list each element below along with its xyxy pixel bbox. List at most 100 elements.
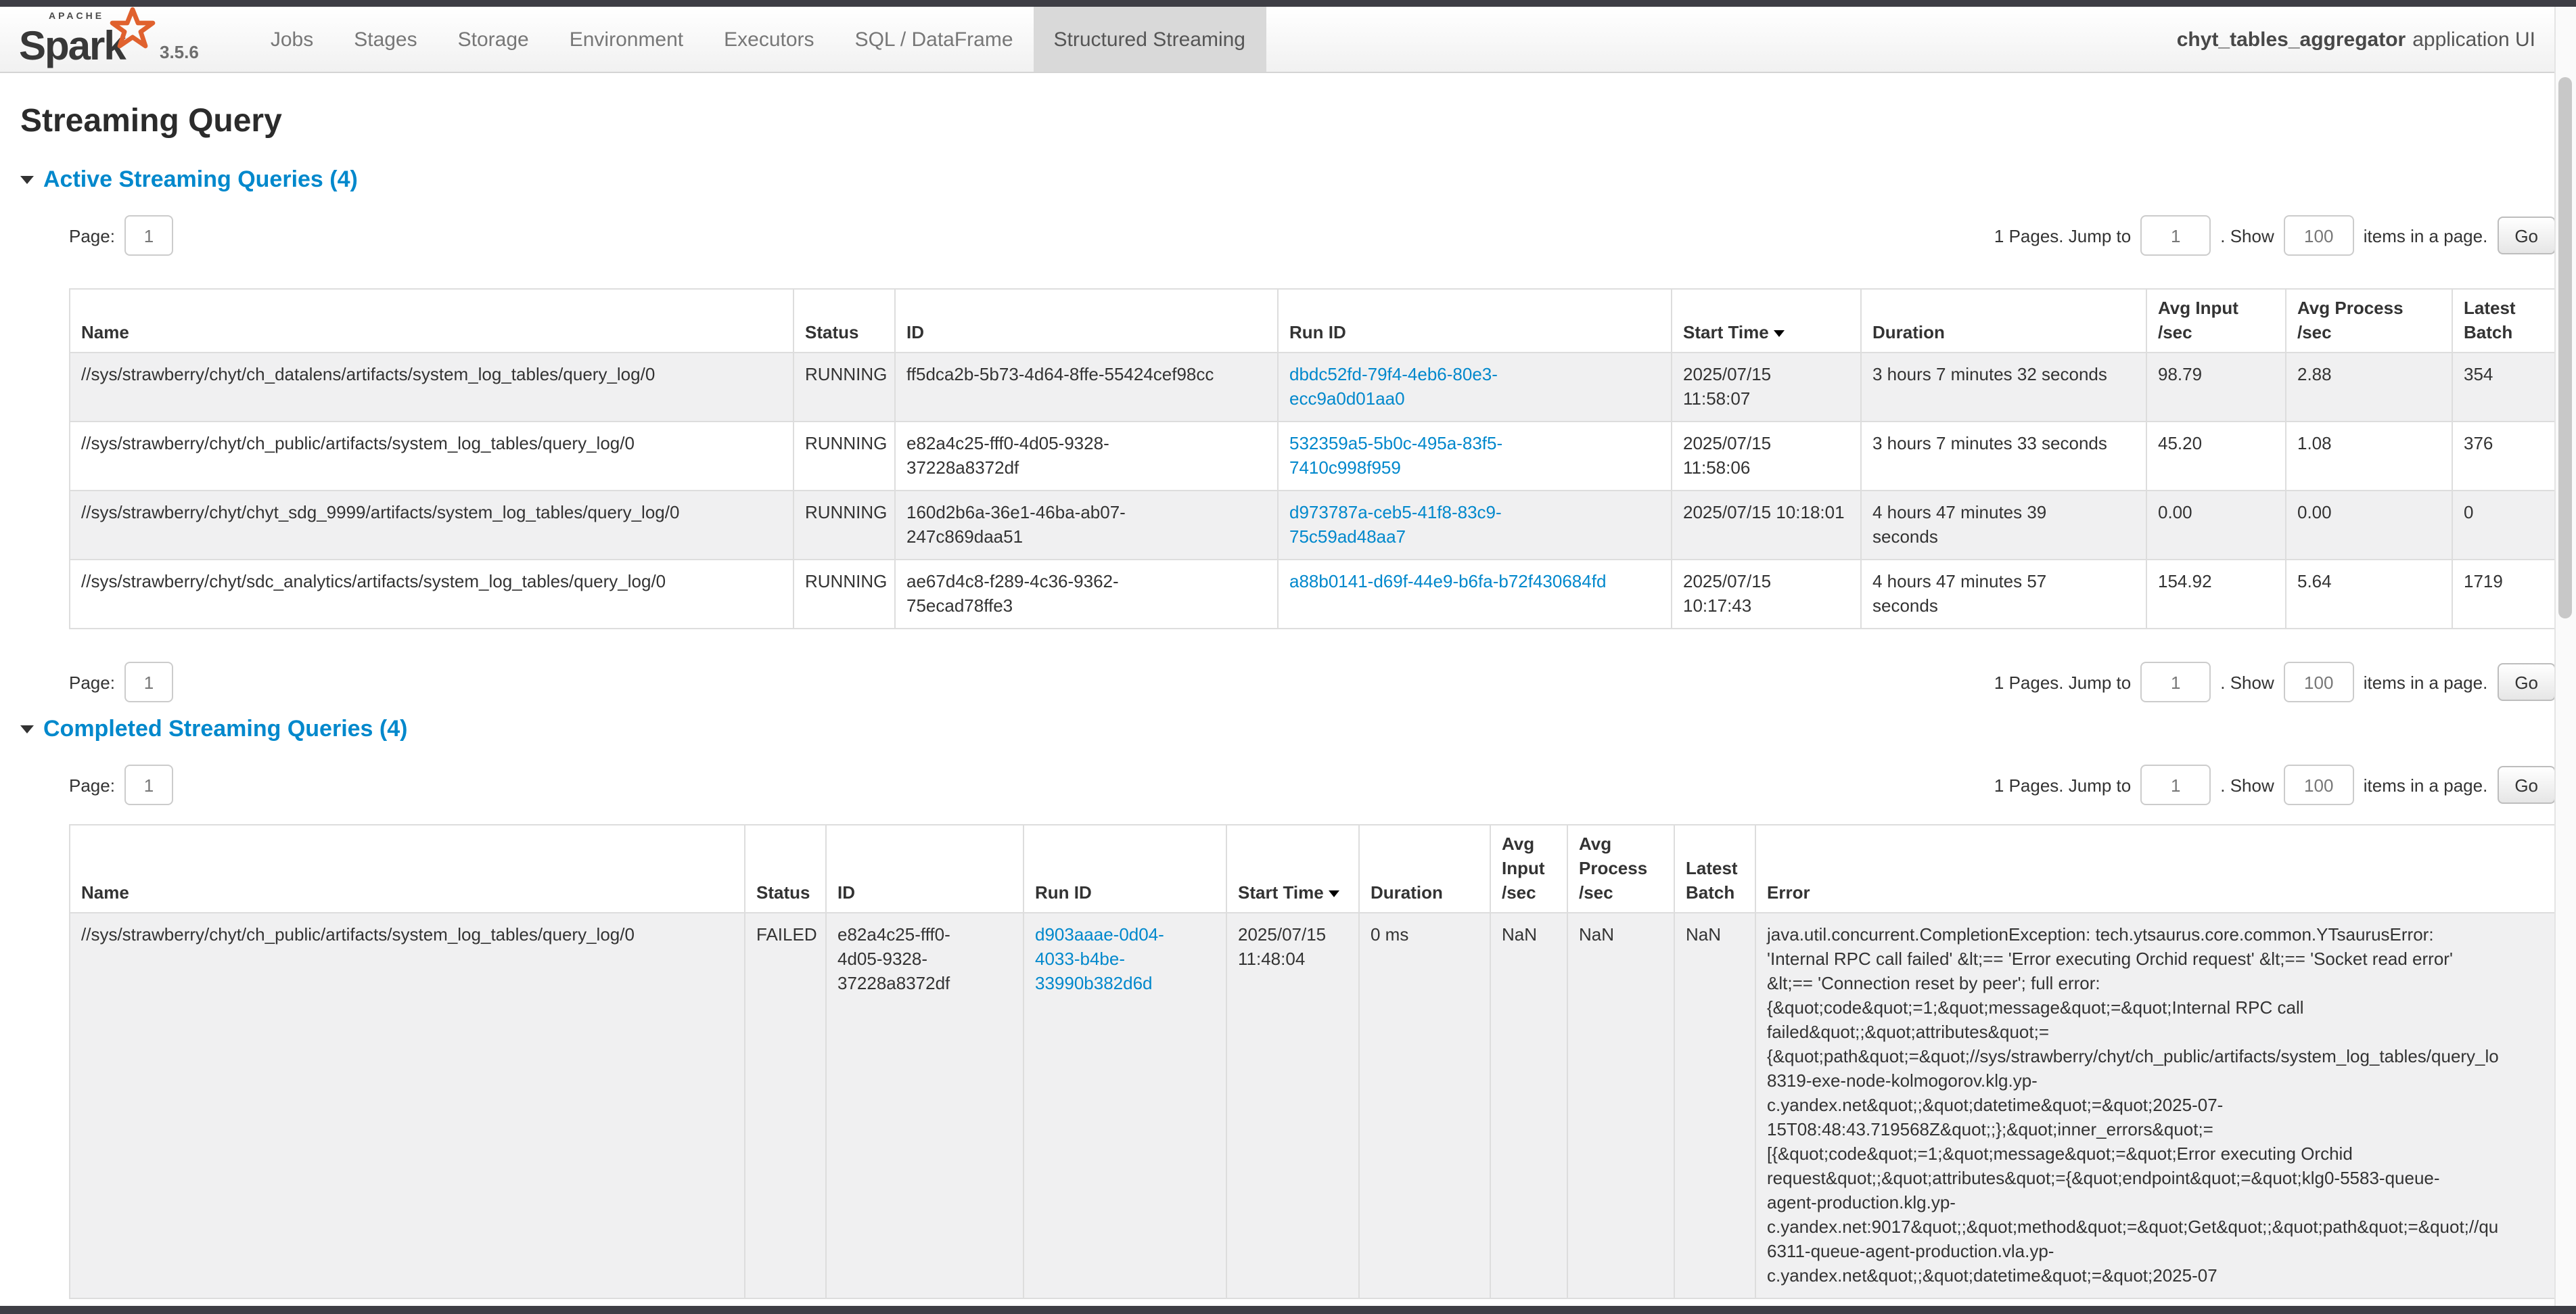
tab-storage[interactable]: Storage	[438, 7, 549, 72]
go-button[interactable]: Go	[2497, 766, 2556, 804]
completed-table-header-row: Name Status ID Run ID Start Time Duratio…	[70, 825, 2556, 913]
query-name: //sys/strawberry/chyt/sdc_analytics/arti…	[70, 560, 794, 629]
application-title: chyt_tables_aggregator application UI	[2177, 7, 2576, 72]
table-row: //sys/strawberry/chyt/chyt_sdg_9999/arti…	[70, 491, 2556, 560]
query-avg-process: NaN	[1567, 913, 1674, 1298]
completed-section-body: Page: 1 Pages. Jump to . Show items in a…	[69, 765, 2556, 1299]
completed-queries-table: Name Status ID Run ID Start Time Duratio…	[69, 824, 2557, 1299]
query-status: FAILED	[745, 913, 826, 1298]
col-latest-batch: Latest Batch	[1674, 825, 1755, 913]
query-latest-batch: 1719	[2452, 560, 2556, 629]
page-size-input[interactable]	[2284, 215, 2354, 256]
navbar: APACHE Spark 3.5.6 Jobs Stages Storage E…	[0, 7, 2576, 73]
go-button[interactable]: Go	[2497, 217, 2556, 254]
page-size-input[interactable]	[2284, 662, 2354, 702]
query-duration: 3 hours 7 minutes 33 seconds	[1861, 422, 2146, 491]
query-status: RUNNING	[794, 422, 895, 491]
page-label: Page:	[69, 672, 115, 692]
query-start-time: 2025/07/15 10:17:43	[1672, 560, 1861, 629]
apache-label: APACHE	[49, 12, 104, 22]
col-duration: Duration	[1861, 289, 2146, 353]
page-selector: Page:	[69, 215, 173, 256]
completed-pagination-top: Page: 1 Pages. Jump to . Show items in a…	[69, 765, 2556, 805]
table-row: //sys/strawberry/chyt/ch_datalens/artifa…	[70, 353, 2556, 422]
active-section-toggle[interactable]: Active Streaming Queries (4)	[20, 166, 2556, 194]
go-button[interactable]: Go	[2497, 663, 2556, 701]
tab-stages[interactable]: Stages	[334, 7, 437, 72]
table-row: //sys/strawberry/chyt/ch_public/artifact…	[70, 913, 2556, 1298]
col-start-time[interactable]: Start Time	[1672, 289, 1861, 353]
page-content: Streaming Query Active Streaming Queries…	[0, 72, 2556, 1299]
run-id-link[interactable]: d903aaae-0d04- 4033-b4be- 33990b382d6d	[1035, 924, 1164, 993]
tab-environment[interactable]: Environment	[549, 7, 704, 72]
run-id-link[interactable]: 532359a5-5b0c-495a-83f5- 7410c998f959	[1289, 433, 1502, 478]
query-avg-input: 98.79	[2146, 353, 2286, 422]
query-id: ae67d4c8-f289-4c36-9362- 75ecad78ffe3	[895, 560, 1278, 629]
query-duration: 4 hours 47 minutes 39 seconds	[1861, 491, 2146, 560]
run-id-link[interactable]: d973787a-ceb5-41f8-83c9- 75c59ad48aa7	[1289, 502, 1502, 547]
query-id: 160d2b6a-36e1-46ba-ab07- 247c869daa51	[895, 491, 1278, 560]
query-name: //sys/strawberry/chyt/ch_public/artifact…	[70, 422, 794, 491]
query-latest-batch: 354	[2452, 353, 2556, 422]
pages-summary: 1 Pages. Jump to	[1994, 672, 2131, 692]
active-table-header-row: Name Status ID Run ID Start Time Duratio…	[70, 289, 2556, 353]
col-duration: Duration	[1359, 825, 1490, 913]
active-section-body: Page: 1 Pages. Jump to . Show items in a…	[69, 215, 2556, 702]
col-error: Error	[1755, 825, 2556, 913]
tab-sql-dataframe[interactable]: SQL / DataFrame	[835, 7, 1034, 72]
query-avg-process: 0.00	[2286, 491, 2452, 560]
query-name: //sys/strawberry/chyt/chyt_sdg_9999/arti…	[70, 491, 794, 560]
tab-jobs[interactable]: Jobs	[250, 7, 334, 72]
col-status: Status	[794, 289, 895, 353]
query-avg-input: 45.20	[2146, 422, 2286, 491]
jump-to-input[interactable]	[2140, 662, 2211, 702]
query-start-time: 2025/07/15 11:48:04	[1226, 913, 1359, 1298]
query-id: e82a4c25-fff0-4d05-9328- 37228a8372df	[895, 422, 1278, 491]
items-label: items in a page.	[2364, 775, 2488, 795]
page-label: Page:	[69, 775, 115, 795]
col-avg-input: Avg Input /sec	[1490, 825, 1567, 913]
query-start-time: 2025/07/15 11:58:06	[1672, 422, 1861, 491]
scrollbar-thumb[interactable]	[2558, 77, 2572, 618]
col-name: Name	[70, 289, 794, 353]
spark-ui-page: APACHE Spark 3.5.6 Jobs Stages Storage E…	[0, 0, 2576, 1314]
jump-to-input[interactable]	[2140, 215, 2211, 256]
query-avg-input: NaN	[1490, 913, 1567, 1298]
query-latest-batch: NaN	[1674, 913, 1755, 1298]
jump-to-input[interactable]	[2140, 765, 2211, 805]
spark-version: 3.5.6	[160, 42, 199, 65]
show-label: . Show	[2220, 225, 2274, 246]
tab-structured-streaming[interactable]: Structured Streaming	[1034, 7, 1266, 72]
page-number-input[interactable]	[124, 215, 173, 256]
col-id: ID	[895, 289, 1278, 353]
application-suffix: application UI	[2412, 28, 2535, 51]
pagination-controls: 1 Pages. Jump to . Show items in a page.…	[1994, 765, 2556, 805]
nav-tabs: Jobs Stages Storage Environment Executor…	[250, 7, 1266, 72]
active-section-title: Active Streaming Queries (4)	[43, 166, 358, 194]
page-size-input[interactable]	[2284, 765, 2354, 805]
col-avg-input: Avg Input /sec	[2146, 289, 2286, 353]
query-status: RUNNING	[794, 353, 895, 422]
completed-section-toggle[interactable]: Completed Streaming Queries (4)	[20, 716, 2556, 743]
query-start-time: 2025/07/15 11:58:07	[1672, 353, 1861, 422]
query-avg-process: 5.64	[2286, 560, 2452, 629]
collapse-arrow-icon	[20, 725, 34, 733]
col-avg-process: Avg Process /sec	[2286, 289, 2452, 353]
run-id-link[interactable]: a88b0141-d69f-44e9-b6fa-b72f430684fd	[1289, 571, 1606, 591]
browser-bottom-edge	[0, 1306, 2576, 1314]
query-duration: 3 hours 7 minutes 32 seconds	[1861, 353, 2146, 422]
sort-desc-icon	[1774, 330, 1785, 337]
collapse-arrow-icon	[20, 176, 34, 184]
active-pagination-top: Page: 1 Pages. Jump to . Show items in a…	[69, 215, 2556, 256]
run-id-link[interactable]: dbdc52fd-79f4-4eb6-80e3- ecc9a0d01aa0	[1289, 364, 1498, 409]
browser-top-edge	[0, 0, 2576, 7]
completed-section-title: Completed Streaming Queries (4)	[43, 716, 407, 743]
scrollbar-track[interactable]	[2554, 7, 2576, 1314]
active-queries-table: Name Status ID Run ID Start Time Duratio…	[69, 288, 2557, 629]
page-number-input[interactable]	[124, 662, 173, 702]
col-start-time[interactable]: Start Time	[1226, 825, 1359, 913]
tab-executors[interactable]: Executors	[704, 7, 834, 72]
query-id: e82a4c25-fff0- 4d05-9328- 37228a8372df	[826, 913, 1024, 1298]
page-number-input[interactable]	[124, 765, 173, 805]
pagination-controls: 1 Pages. Jump to . Show items in a page.…	[1994, 662, 2556, 702]
